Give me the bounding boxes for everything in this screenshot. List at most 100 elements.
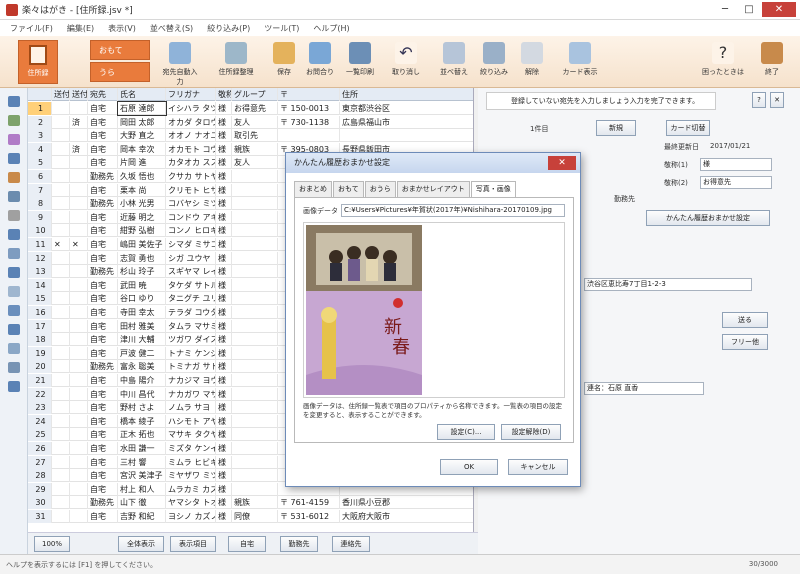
tool-icon[interactable] [8,172,20,183]
tool-icon[interactable] [8,229,20,240]
menu-view[interactable]: 表示(V) [108,23,136,34]
table-cell [52,496,70,510]
image-path-field[interactable]: C:¥Users¥Pictures¥年賀状(2017年)¥Nishihara-2… [341,204,565,217]
set-image-button[interactable]: 設定(C)... [437,424,495,440]
sort-button[interactable]: 並べ替え [434,40,474,84]
table-cell: クサカ サトヤ [168,170,216,183]
display-items-button[interactable]: 表示項目 [170,536,216,552]
tab-layout[interactable]: おまかせレイアウト [396,181,470,197]
work-radio[interactable]: 勤務先 [614,194,635,204]
tool-icon[interactable] [8,381,20,392]
table-row[interactable]: 31 自宅吉野 和紀ヨシノ カズノリ様同僚〒 531-6012大阪府大阪市 [28,510,473,523]
table-cell: 自宅 [88,482,118,496]
table-cell [70,333,88,347]
filter-contact-button[interactable]: 連絡先 [332,536,370,552]
table-cell: 自宅 [88,238,118,251]
exit-button[interactable]: 終了 [752,40,792,84]
maximize-icon[interactable]: □ [738,2,760,17]
table-row[interactable]: 30 勤務先山下 徹ヤマシタ トオル様親族〒 761-4159香川県小豆郡 [28,496,473,510]
grid-header-cell[interactable]: 〒 [278,88,340,101]
dialog-close-icon[interactable]: ✕ [548,156,576,170]
menu-file[interactable]: ファイル(F) [10,23,53,34]
tab-photo[interactable]: 写真・画像 [470,181,516,197]
close-pane-icon[interactable]: ✕ [770,92,784,108]
table-cell: 様 [216,333,232,347]
tool-icon[interactable] [8,210,20,221]
save-button[interactable]: 保存 [264,40,304,84]
omote-button[interactable]: おもて [90,40,150,60]
new-record-button[interactable]: 新規 [596,120,636,136]
table-cell: 紺野 弘樹 [118,224,166,238]
clear-filter-button[interactable]: 解除 [512,40,552,84]
address-field[interactable]: 渋谷区恵比寿7丁目1-2-3 [584,278,752,291]
joint-name-field[interactable]: 連名：石原 直香 [584,382,704,395]
filter-button[interactable]: 絞り込み [474,40,514,84]
tool-icon[interactable] [8,362,20,373]
tab-back[interactable]: おうら [364,181,396,197]
grid-header-cell[interactable]: 氏名 [118,88,166,101]
menu-help[interactable]: ヘルプ(H) [313,23,349,34]
grid-header-cell[interactable]: 敬称 [216,88,232,101]
organize-button[interactable]: 住所録整理 [216,40,256,84]
filter-home-button[interactable]: 自宅 [228,536,266,552]
minimize-icon[interactable]: ─ [714,2,736,17]
tab-summary[interactable]: おまとめ [294,181,332,197]
tool-icon[interactable] [8,324,20,335]
menu-sort[interactable]: 並べ替え(S) [150,23,193,34]
send-button[interactable]: 送る [722,312,768,328]
tool-icon[interactable] [8,343,20,354]
grid-header-cell[interactable]: 送付 [70,88,88,101]
undo-button[interactable]: ↶ 取り消し [386,40,426,84]
table-cell: 石原 達郎 [117,101,167,116]
grid-header-cell[interactable]: グループ [232,88,278,101]
clear-image-button[interactable]: 設定解除(D) [501,424,561,440]
other-button[interactable]: フリー他 [722,334,768,350]
tool-icon[interactable] [8,96,20,107]
grid-header-cell[interactable]: 送付 [52,88,70,101]
grid-header-cell[interactable] [28,88,52,101]
filter-work-button[interactable]: 勤務先 [280,536,318,552]
list-print-button[interactable]: 一覧印刷 [340,40,380,84]
tool-icon[interactable] [8,286,20,297]
grid-header-cell[interactable]: 宛先 [88,88,118,101]
tool-icon[interactable] [8,134,20,145]
table-cell [232,251,278,265]
card-switch-button[interactable]: カード切替 [666,120,710,136]
table-row[interactable]: 1 自宅石原 達郎イシハラ タツロウ様お得意先〒 150-0013東京都渋谷区 [28,101,473,116]
zoom-select[interactable]: 100% [34,536,70,552]
help-button[interactable]: ? 困ったときは [700,40,746,84]
help-icon[interactable]: ? [752,92,766,108]
close-icon[interactable]: ✕ [762,2,796,17]
address-book-button[interactable]: 住所録 [18,40,58,84]
table-cell: タニグチ ユリ [168,292,216,306]
tool-icon[interactable] [8,115,20,126]
grid-header-cell[interactable]: 住所 [340,88,473,101]
show-all-button[interactable]: 全体表示 [118,536,164,552]
table-cell [70,346,88,360]
status-text: ヘルプを表示するには [F1] を押してください。 [6,561,157,569]
tool-icon[interactable] [8,248,20,259]
cancel-button[interactable]: キャンセル [508,459,568,475]
keisho1-select[interactable]: 様 [700,158,772,171]
card-view-button[interactable]: カード表示 [556,40,604,84]
tab-front[interactable]: おもて [333,181,364,197]
inquiry-button[interactable]: お問合り [300,40,340,84]
ura-button[interactable]: うら [90,62,150,82]
auto-input-button[interactable]: 宛先自動入力 [160,40,200,86]
menu-tools[interactable]: ツール(T) [264,23,299,34]
menu-filter[interactable]: 絞り込み(P) [207,23,250,34]
table-cell: 様 [216,292,232,306]
easy-setting-button[interactable]: かんたん履歴おまかせ設定 [646,210,770,226]
keisho2-select[interactable]: お得意先 [700,176,772,189]
menu-edit[interactable]: 編集(E) [67,23,94,34]
ok-button[interactable]: OK [440,459,498,475]
table-cell [52,224,70,238]
table-row[interactable]: 2 済自宅 岡田 太郎 オカダ タロウ様友人〒 730-1138 広島県福山市 [28,115,473,129]
table-row[interactable]: 3 自宅大野 直之オオノ ナオユキ様取引先 [28,129,473,143]
tool-icon[interactable] [8,305,20,316]
grid-header-cell[interactable]: フリガナ [166,88,216,101]
tool-icon[interactable] [8,153,20,164]
tool-icon[interactable] [8,191,20,202]
table-cell: 14 [28,278,52,292]
tool-icon[interactable] [8,267,20,278]
